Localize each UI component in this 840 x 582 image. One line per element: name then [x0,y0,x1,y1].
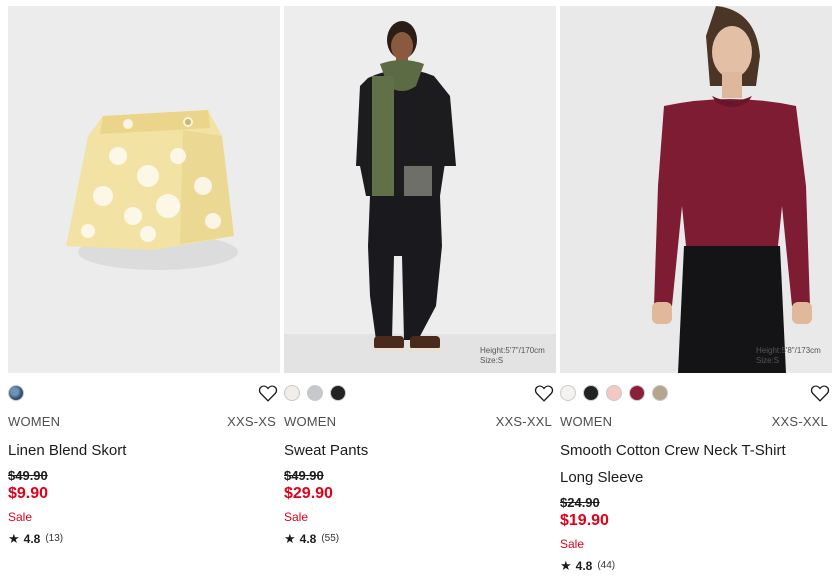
long-sleeve-tee-model-illustration [560,6,832,373]
product-name[interactable]: Linen Blend Skort [8,437,280,464]
sale-label: Sale [8,510,33,524]
sale-label: Sale [560,537,585,551]
product-card[interactable]: Height:5'8"/173cm Size:S WOMEN XXS-XXL S… [560,6,832,573]
color-swatch[interactable] [284,385,300,401]
color-swatches [284,385,346,401]
product-rating: ★ 4.8 (55) [284,531,556,547]
size-range: XXS-XXL [771,414,828,429]
model-info: Height:5'8"/173cm Size:S [756,346,821,366]
model-height: Height:5'7"/170cm [480,346,545,355]
color-swatch[interactable] [583,385,599,401]
color-swatch[interactable] [652,385,668,401]
model-size: Size:S [756,356,780,365]
product-card[interactable]: WOMEN XXS-XS Linen Blend Skort $49.90 $9… [8,6,280,546]
original-price: $24.90 [560,495,600,510]
product-name-line1: Smooth Cotton Crew Neck T-Shirt [560,442,786,459]
heart-outline-icon[interactable] [258,384,278,402]
swatch-row [8,373,280,411]
star-icon: ★ [560,558,572,573]
product-image-skort[interactable] [8,6,280,373]
original-price: $49.90 [8,468,48,483]
heart-outline-icon[interactable] [810,384,830,402]
sale-price: $29.90 [284,485,333,502]
sale-price: $19.90 [560,512,609,529]
product-card[interactable]: Height:5'7"/170cm Size:S WOMEN XXS-XXL S… [284,6,556,546]
review-count: (44) [597,560,616,571]
size-range: XXS-XS [227,414,276,429]
swatch-row [560,373,832,411]
product-name[interactable]: Smooth Cotton Crew Neck T-Shirt Long Sle… [560,437,832,491]
sale-label: Sale [284,510,309,524]
original-price: $49.90 [284,468,324,483]
star-icon: ★ [8,531,20,546]
color-swatch[interactable] [629,385,645,401]
product-rating: ★ 4.8 (44) [560,558,832,574]
rating-value: 4.8 [575,559,593,573]
product-image-sweat-pants[interactable]: Height:5'7"/170cm Size:S [284,6,556,373]
model-height: Height:5'8"/173cm [756,346,821,355]
product-meta: WOMEN XXS-XS [8,411,280,435]
skort-illustration [8,6,280,373]
gender-label: WOMEN [284,414,337,429]
color-swatch[interactable] [8,385,24,401]
product-meta: WOMEN XXS-XXL [284,411,556,435]
product-grid: WOMEN XXS-XS Linen Blend Skort $49.90 $9… [8,6,836,582]
product-rating: ★ 4.8 (13) [8,531,280,547]
product-name-line2: Long Sleeve [560,469,644,486]
product-image-long-sleeve-tee[interactable]: Height:5'8"/173cm Size:S [560,6,832,373]
product-meta: WOMEN XXS-XXL [560,411,832,435]
color-swatches [8,385,24,401]
color-swatch[interactable] [606,385,622,401]
model-info: Height:5'7"/170cm Size:S [480,346,545,366]
size-range: XXS-XXL [495,414,552,429]
product-name-line1: Linen Blend Skort [8,442,127,459]
sweat-pants-model-illustration [284,6,556,373]
rating-value: 4.8 [23,532,41,546]
review-count: (13) [45,533,64,544]
product-name[interactable]: Sweat Pants [284,437,556,464]
sale-price: $9.90 [8,485,49,502]
review-count: (55) [321,533,340,544]
product-name-line1: Sweat Pants [284,442,369,459]
color-swatch[interactable] [307,385,323,401]
color-swatch[interactable] [560,385,576,401]
color-swatch[interactable] [330,385,346,401]
gender-label: WOMEN [560,414,613,429]
color-swatches [560,385,668,401]
heart-outline-icon[interactable] [534,384,554,402]
rating-value: 4.8 [299,532,317,546]
swatch-row [284,373,556,411]
star-icon: ★ [284,531,296,546]
gender-label: WOMEN [8,414,61,429]
model-size: Size:S [480,356,504,365]
